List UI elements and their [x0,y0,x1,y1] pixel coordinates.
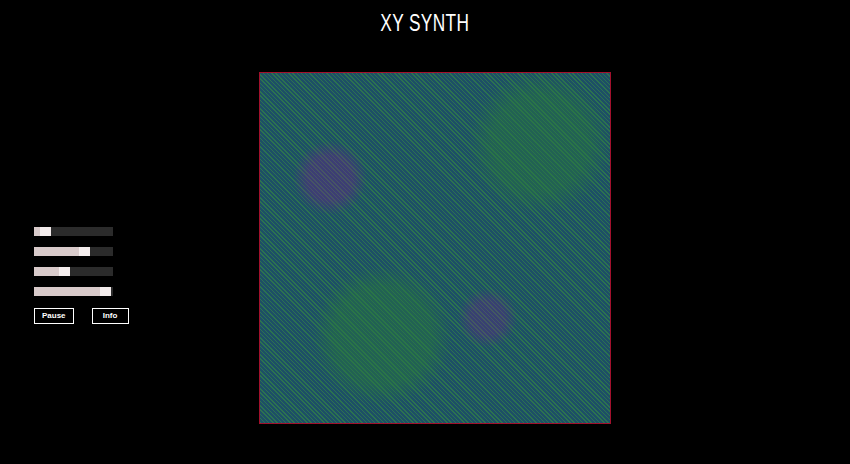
slider-thumb[interactable] [79,247,90,256]
info-button[interactable]: Info [92,308,129,324]
app-title: XY SYNTH [381,9,470,38]
slider[interactable] [34,227,113,236]
slider[interactable] [34,247,113,256]
slider-list [34,227,259,296]
slider-fill [34,227,51,236]
slider-fill [34,287,111,296]
slider-thumb[interactable] [40,227,51,236]
synth-canvas[interactable] [259,72,611,424]
main-area: Pause Info [0,72,850,424]
slider-thumb[interactable] [59,267,70,276]
pause-button[interactable]: Pause [34,308,74,324]
slider-fill [34,267,70,276]
slider[interactable] [34,287,113,296]
header: XY SYNTH [0,0,850,72]
slider-fill [34,247,90,256]
button-row: Pause Info [34,308,259,324]
control-panel: Pause Info [0,72,259,424]
slider[interactable] [34,267,113,276]
slider-thumb[interactable] [100,287,111,296]
